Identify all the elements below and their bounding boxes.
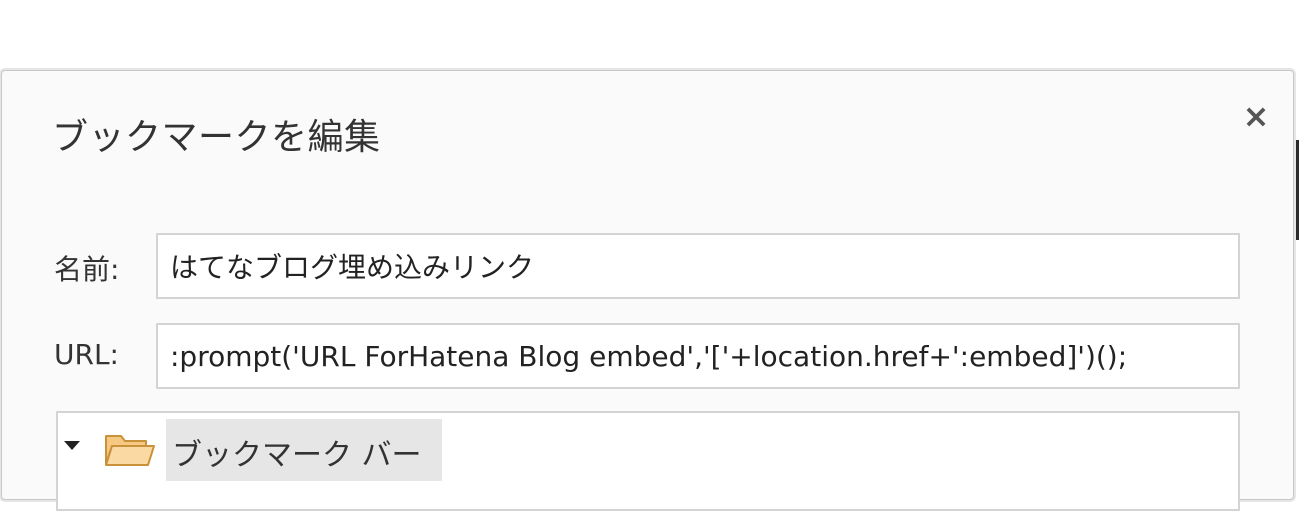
- name-label: 名前:: [54, 253, 120, 286]
- close-button[interactable]: ×: [1236, 96, 1276, 136]
- dialog-title: ブックマークを編集: [52, 117, 381, 158]
- name-input[interactable]: [156, 233, 1240, 299]
- folder-open-icon: [105, 435, 155, 466]
- tree-item-label: ブックマーク バー: [172, 438, 422, 473]
- close-icon: ×: [1242, 97, 1270, 135]
- url-label: URL:: [54, 338, 119, 371]
- url-input[interactable]: [156, 323, 1240, 389]
- expand-toggle-icon[interactable]: [64, 441, 80, 450]
